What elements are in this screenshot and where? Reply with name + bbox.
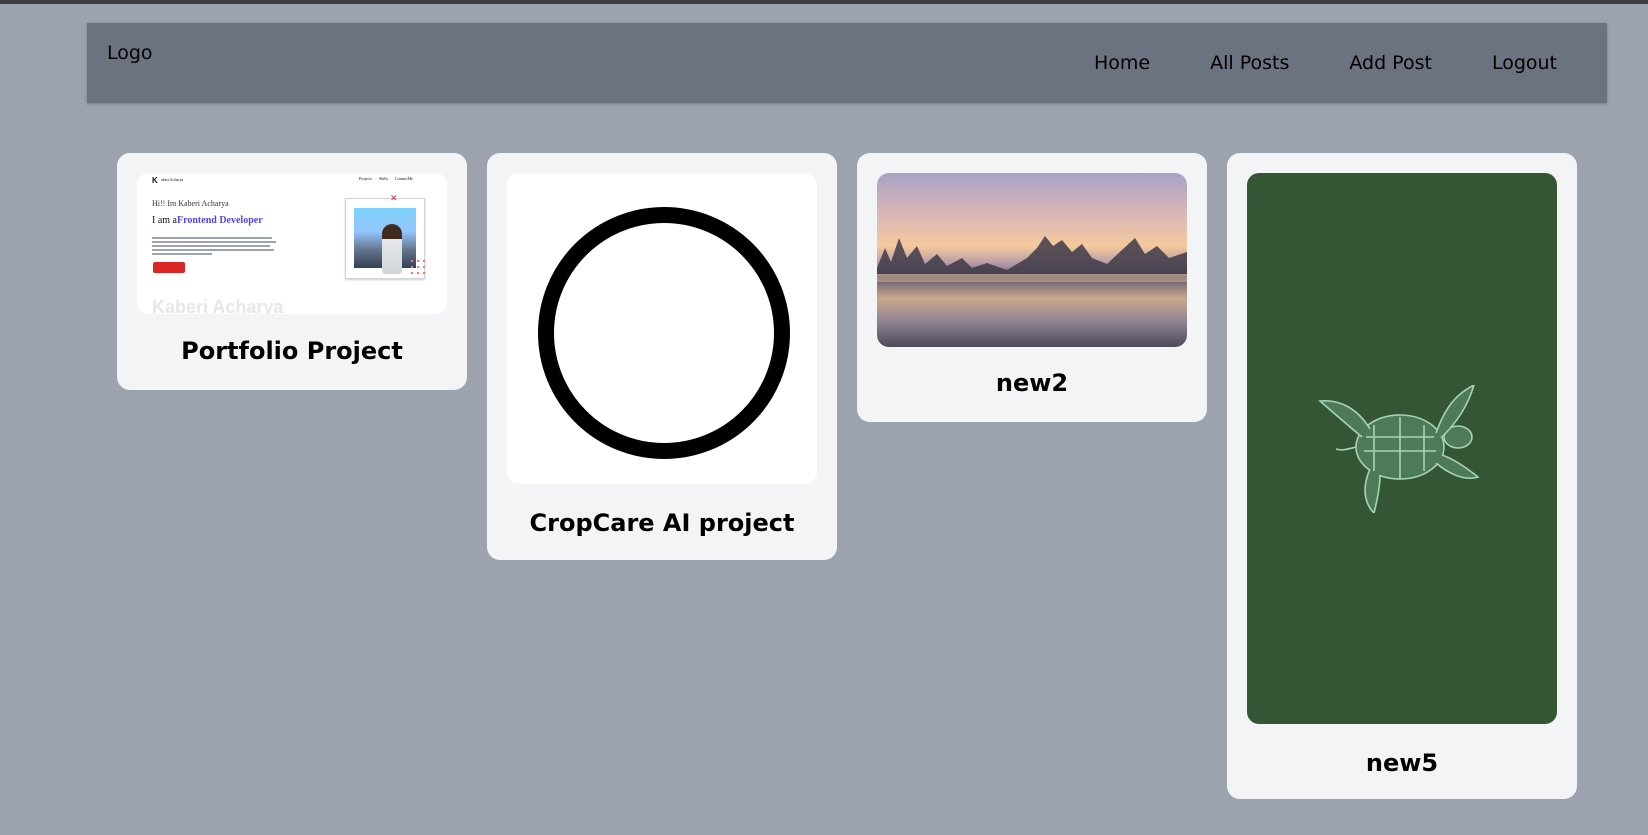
nav-add-post[interactable]: Add Post: [1319, 52, 1462, 74]
tree-silhouettes: [877, 236, 1187, 282]
post-thumbnail-turtle[interactable]: [1247, 173, 1557, 724]
thumb-greeting: Hi!! Im Kaberi Acharya: [152, 199, 229, 208]
post-title[interactable]: new2: [857, 369, 1207, 397]
post-thumbnail-portfolio[interactable]: K aberi Acharya Projects Skills ContactM…: [137, 173, 447, 314]
thumb-brand-letter: K: [152, 176, 158, 185]
post-thumbnail-cropcare[interactable]: [507, 173, 817, 484]
dots-pattern: [409, 258, 425, 278]
thumb-photo: [354, 208, 416, 274]
post-card-new5[interactable]: new5: [1227, 153, 1577, 799]
close-icon: ✕: [390, 194, 398, 204]
post-thumbnail-lake[interactable]: [877, 173, 1187, 347]
thumb-brand-name: aberi Acharya: [161, 177, 184, 182]
main-nav: Home All Posts Add Post Logout: [1064, 23, 1577, 103]
post-card-new2[interactable]: new2: [857, 153, 1207, 422]
post-card-portfolio[interactable]: K aberi Acharya Projects Skills ContactM…: [117, 153, 467, 390]
thumb-headline-prefix: I am a: [152, 215, 177, 226]
nav-logout[interactable]: Logout: [1462, 52, 1577, 74]
nav-all-posts[interactable]: All Posts: [1180, 52, 1319, 74]
post-title[interactable]: CropCare AI project: [487, 509, 837, 537]
thumb-paragraph: [152, 237, 277, 257]
circle-logo: [538, 207, 790, 459]
thumb-nav-links: Projects Skills ContactMe: [359, 176, 413, 181]
post-title[interactable]: Portfolio Project: [117, 337, 467, 365]
thumb-person: [382, 224, 402, 274]
post-title[interactable]: new5: [1227, 749, 1577, 777]
thumb-hire-button: [153, 262, 185, 273]
sea-turtle-icon: [1318, 385, 1480, 513]
post-card-cropcare[interactable]: CropCare AI project: [487, 153, 837, 560]
logo[interactable]: Logo: [107, 42, 153, 64]
thumb-headline-role: Frontend Developer: [177, 215, 263, 226]
thumb-headline: I am aFrontend Developer: [152, 215, 263, 226]
nav-home[interactable]: Home: [1064, 52, 1180, 74]
window-top-strip: [0, 0, 1648, 4]
site-header: Logo Home All Posts Add Post Logout: [87, 23, 1607, 103]
thumb-ghost-text: Kaberi Acharya: [152, 297, 284, 314]
